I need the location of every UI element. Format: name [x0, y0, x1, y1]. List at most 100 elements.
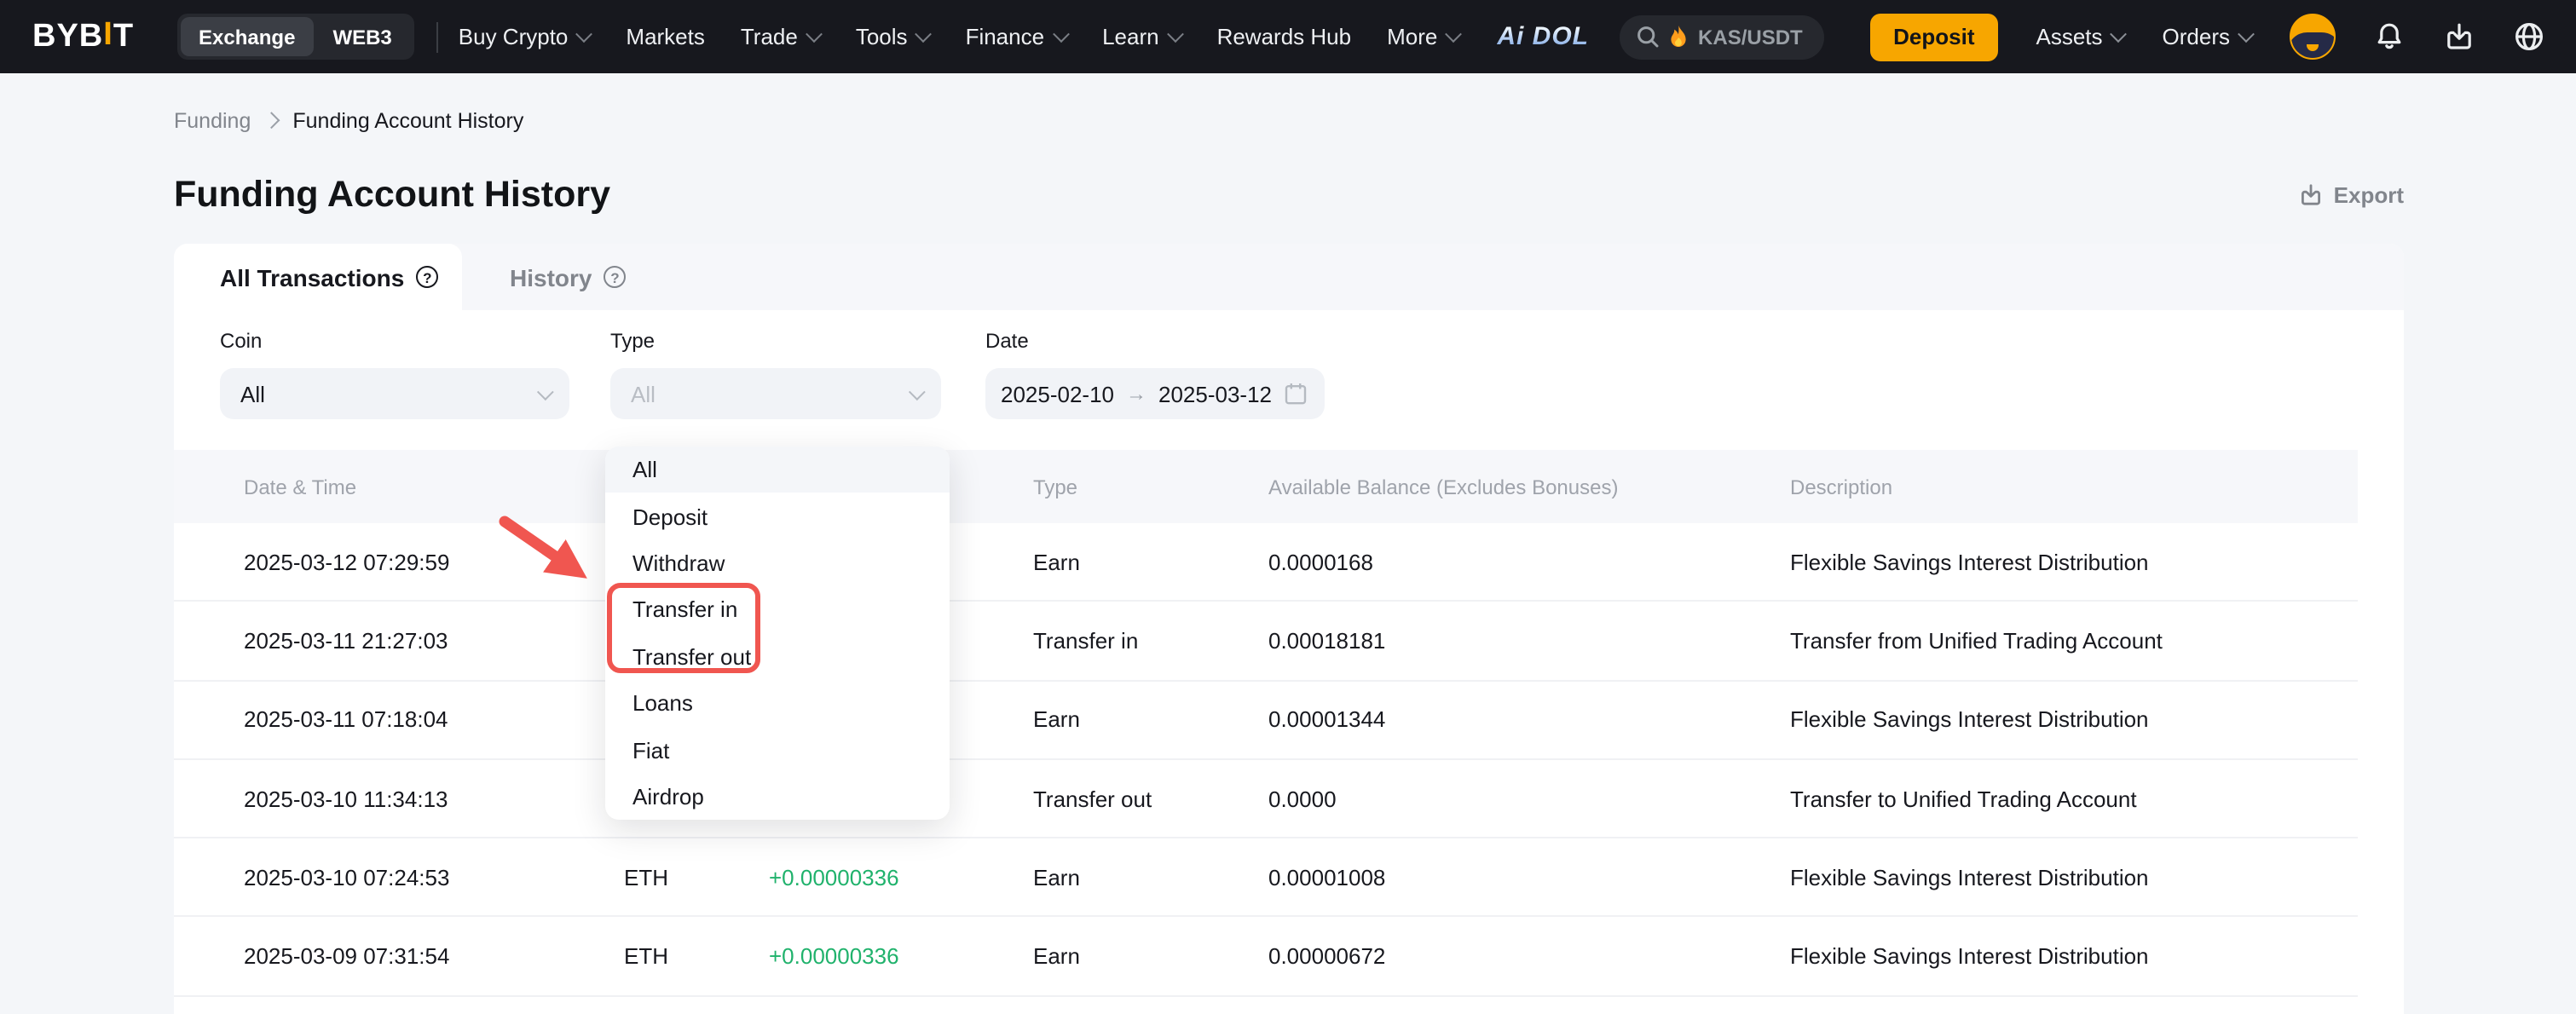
export-label: Export: [2334, 181, 2404, 207]
menu-label: Rewards Hub: [1217, 24, 1352, 49]
type-select[interactable]: All: [610, 368, 941, 419]
tab-all-transactions[interactable]: All Transactions ?: [174, 244, 462, 310]
breadcrumb: Funding Funding Account History: [174, 107, 2404, 133]
logo-text: BYB: [32, 18, 103, 54]
cell-datetime: 2025-03-10 07:24:53: [244, 865, 449, 890]
cell-description: Flexible Savings Interest Distribution: [1790, 706, 2149, 732]
cell-amount: +0.00000336: [769, 943, 899, 969]
chevron-down-icon: [1445, 26, 1462, 43]
search-pair-text: KAS/USDT: [1698, 25, 1803, 49]
table-row: 2025-03-11 21:27:03 Transfer in 0.000181…: [174, 602, 2358, 682]
top-navbar: BYBIT Exchange WEB3 Buy Crypto Markets T…: [0, 0, 2576, 73]
bybit-logo[interactable]: BYBIT: [32, 18, 134, 55]
cell-balance: 0.0000: [1268, 786, 1337, 811]
chevron-down-icon: [1167, 26, 1184, 43]
date-start: 2025-02-10: [1001, 381, 1114, 406]
tab-bar: All Transactions ? History ?: [174, 244, 2404, 310]
menu-finance[interactable]: Finance: [966, 24, 1067, 49]
menu-label: Trade: [741, 24, 798, 49]
help-icon[interactable]: ?: [416, 266, 438, 288]
header-available-balance: Available Balance (Excludes Bonuses): [1268, 475, 1618, 498]
table-header: Date & Time Type Available Balance (Excl…: [174, 450, 2358, 523]
cell-type: Earn: [1033, 706, 1080, 732]
ai-dol-logo[interactable]: Ai DOL: [1497, 22, 1589, 51]
dropdown-option-all[interactable]: All: [605, 447, 950, 493]
menu-markets[interactable]: Markets: [626, 24, 704, 49]
breadcrumb-funding[interactable]: Funding: [174, 108, 251, 132]
coin-select-value: All: [240, 381, 265, 406]
header-type: Type: [1033, 475, 1077, 498]
date-filter: Date 2025-02-10 → 2025-03-12: [985, 327, 1360, 419]
table-row: 2025-03-10 07:24:53 ETH +0.00000336 Earn…: [174, 838, 2358, 918]
chevron-down-icon: [915, 26, 933, 43]
notifications-bell-icon[interactable]: [2373, 20, 2406, 53]
export-button[interactable]: Export: [2298, 181, 2404, 207]
table-row: 2025-03-09 07:31:54 ETH +0.00000336 Earn…: [174, 918, 2358, 997]
cell-type: Earn: [1033, 549, 1080, 574]
transactions-table: Date & Time Type Available Balance (Excl…: [174, 450, 2358, 997]
chevron-down-icon: [2238, 26, 2255, 43]
menu-label: More: [1387, 24, 1437, 49]
chevron-down-icon: [2111, 26, 2128, 43]
menu-label: Buy Crypto: [459, 24, 569, 49]
assets-menu[interactable]: Assets: [2036, 24, 2125, 49]
menu-learn[interactable]: Learn: [1102, 24, 1181, 49]
coin-select[interactable]: All: [220, 368, 569, 419]
title-row: Funding Account History Export: [174, 170, 2404, 218]
orders-menu[interactable]: Orders: [2163, 24, 2252, 49]
cell-balance: 0.00001008: [1268, 865, 1385, 890]
toggle-exchange[interactable]: Exchange: [180, 17, 314, 56]
calendar-icon: [1284, 382, 1308, 406]
date-filter-label: Date: [985, 327, 1360, 354]
coin-filter: Coin All: [220, 327, 610, 419]
menu-label: Learn: [1102, 24, 1159, 49]
cell-datetime: 2025-03-09 07:31:54: [244, 943, 449, 969]
filters: Coin All Type All Date 2025: [174, 310, 2404, 419]
cell-description: Flexible Savings Interest Distribution: [1790, 865, 2149, 890]
cell-type: Transfer in: [1033, 628, 1138, 654]
cell-datetime: 2025-03-11 07:18:04: [244, 706, 448, 732]
menu-rewards-hub[interactable]: Rewards Hub: [1217, 24, 1352, 49]
table-row: 2025-03-12 07:29:59 Earn 0.0000168 Flexi…: [174, 523, 2358, 602]
menu-tools[interactable]: Tools: [856, 24, 930, 49]
deposit-button[interactable]: Deposit: [1869, 13, 1998, 60]
dropdown-option-deposit[interactable]: Deposit: [605, 493, 950, 540]
menu-label: Orders: [2163, 24, 2230, 49]
cell-balance: 0.00000672: [1268, 943, 1385, 969]
logo-text-2: T: [113, 18, 134, 54]
tab-label: All Transactions: [220, 263, 404, 291]
cell-description: Transfer to Unified Trading Account: [1790, 786, 2137, 811]
download-app-icon[interactable]: [2443, 20, 2475, 53]
date-range-picker[interactable]: 2025-02-10 → 2025-03-12: [985, 368, 1325, 419]
cell-type: Earn: [1033, 943, 1080, 969]
chevron-down-icon: [909, 383, 926, 400]
page: BYBIT Exchange WEB3 Buy Crypto Markets T…: [0, 0, 2576, 1014]
tab-history[interactable]: History ?: [462, 244, 670, 310]
chevron-down-icon: [537, 383, 554, 400]
type-filter: Type All: [610, 327, 985, 419]
dropdown-option-withdraw[interactable]: Withdraw: [605, 540, 950, 587]
dropdown-option-fiat[interactable]: Fiat: [605, 727, 950, 774]
history-card: All Transactions ? History ? Coin All: [174, 244, 2404, 1014]
menu-more[interactable]: More: [1387, 24, 1459, 49]
page-title: Funding Account History: [174, 170, 610, 218]
chevron-right-icon: [264, 112, 280, 128]
dropdown-option-airdrop[interactable]: Airdrop: [605, 773, 950, 820]
help-icon[interactable]: ?: [604, 266, 626, 288]
logo-i-mark: I: [103, 16, 113, 54]
menu-buy-crypto[interactable]: Buy Crypto: [459, 24, 591, 49]
menu-trade[interactable]: Trade: [741, 24, 820, 49]
cell-description: Flexible Savings Interest Distribution: [1790, 549, 2149, 574]
menu-label: Tools: [856, 24, 908, 49]
toggle-web3[interactable]: WEB3: [314, 17, 410, 56]
date-end: 2025-03-12: [1158, 381, 1272, 406]
cell-type: Transfer out: [1033, 786, 1152, 811]
user-avatar[interactable]: [2290, 14, 2336, 60]
cell-datetime: 2025-03-12 07:29:59: [244, 549, 449, 574]
cell-datetime: 2025-03-11 21:27:03: [244, 628, 448, 654]
dropdown-option-loans[interactable]: Loans: [605, 680, 950, 727]
language-globe-icon[interactable]: [2513, 20, 2545, 53]
cell-balance: 0.0000168: [1268, 549, 1373, 574]
search-input[interactable]: KAS/USDT: [1620, 14, 1824, 59]
header-description: Description: [1790, 475, 1892, 498]
